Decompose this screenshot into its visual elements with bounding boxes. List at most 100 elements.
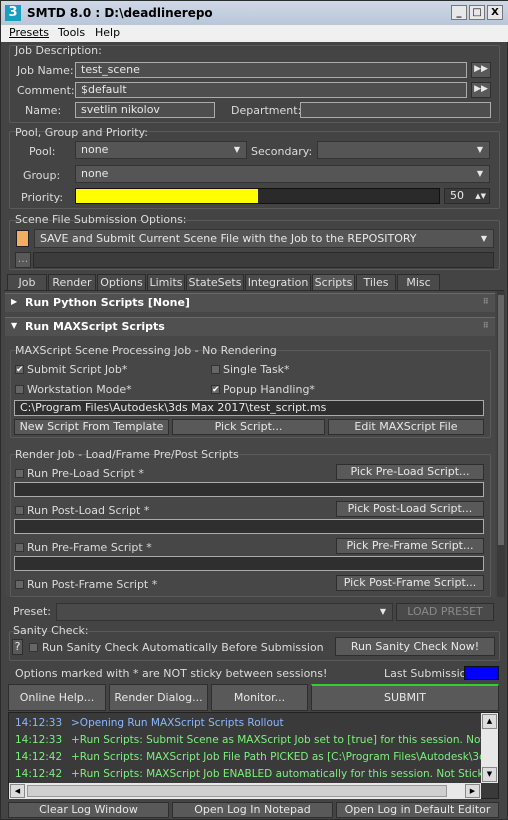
scroll-up-icon[interactable]: ▲ [482, 714, 497, 729]
scene-file-options-label: Scene File Submission Options: [15, 213, 187, 226]
auto-sanity-checkbox[interactable] [29, 643, 38, 652]
scene-submission-dropdown[interactable]: SAVE and Submit Current Scene File with … [34, 229, 494, 248]
open-log-editor-button[interactable]: Open Log in Default Editor [336, 802, 499, 818]
log-timestamp: 14:12:33 [15, 717, 63, 729]
python-scripts-rollout-header[interactable]: ▶ Run Python Scripts [None] ⠿ [5, 293, 495, 312]
pool-label: Pool: [29, 145, 56, 158]
comment-options-button[interactable]: ▶▶ [471, 82, 491, 98]
tab-misc[interactable]: Misc [397, 274, 440, 291]
pool-value: none [81, 143, 109, 156]
popup-handling-label: Popup Handling* [223, 383, 315, 396]
tab-statesets[interactable]: StateSets [186, 274, 244, 291]
single-task-checkbox[interactable] [211, 365, 220, 374]
pick-pre-frame-button[interactable]: Pick Pre-Frame Script... [336, 538, 484, 554]
load-preset-button[interactable]: LOAD PRESET [396, 603, 494, 621]
priority-spinner[interactable]: 50 ▲▼ [444, 188, 490, 204]
render-dialog-button[interactable]: Render Dialog... [109, 684, 208, 711]
scroll-down-icon[interactable]: ▼ [482, 767, 497, 782]
scroll-right-icon[interactable]: ▶ [465, 784, 480, 798]
maxscript-rollout-title: Run MAXScript Scripts [25, 320, 165, 333]
tab-options[interactable]: Options [97, 274, 146, 291]
submit-button[interactable]: SUBMIT [311, 684, 499, 711]
user-name-input[interactable]: svetlin nikolov [75, 102, 215, 118]
tab-render[interactable]: Render [48, 274, 96, 291]
log-line: 14:12:33 +Run Scripts: Submit Scene as MA… [15, 732, 481, 749]
log-horizontal-scrollbar[interactable]: ◀ ▶ [9, 783, 481, 799]
maximize-button[interactable]: □ [469, 5, 485, 20]
comment-input[interactable]: $default [75, 82, 467, 98]
menu-bar: Presets Tools Help [1, 25, 508, 42]
menu-presets[interactable]: Presets [9, 26, 49, 39]
tab-scripts[interactable]: Scripts [312, 274, 355, 291]
monitor-button[interactable]: Monitor... [211, 684, 308, 711]
sticky-note-text: Options marked with * are NOT sticky bet… [15, 667, 328, 680]
group-dropdown[interactable]: none ▼ [75, 165, 490, 183]
chevron-down-icon: ▼ [480, 234, 487, 243]
title-bar[interactable]: 3 SMTD 8.0 : D:\deadlinerepo _ □ X [1, 1, 508, 25]
user-name-label: Name: [25, 104, 62, 117]
job-name-input[interactable]: test_scene [75, 62, 467, 78]
tab-job[interactable]: Job [7, 274, 47, 291]
chevron-down-icon: ▼ [379, 607, 386, 616]
menu-help[interactable]: Help [95, 26, 120, 39]
clear-log-button[interactable]: Clear Log Window [8, 802, 169, 818]
post-frame-checkbox[interactable] [15, 580, 24, 589]
log-hscroll-thumb[interactable] [27, 785, 447, 797]
preset-dropdown[interactable]: ▼ [56, 603, 393, 621]
workstation-mode-checkbox[interactable] [15, 385, 24, 394]
maxscript-path-field[interactable]: C:\Program Files\Autodesk\3ds Max 2017\t… [14, 400, 484, 416]
online-help-button[interactable]: Online Help... [8, 684, 106, 711]
scroll-left-icon[interactable]: ◀ [10, 784, 25, 798]
log-message: +Run Scripts: MAXScript Job ENABLED auto… [71, 768, 481, 780]
post-load-checkbox[interactable] [15, 506, 24, 515]
log-message: +Run Scripts: MAXScript Job File Path PI… [71, 751, 481, 763]
maxscript-rollout-header[interactable]: ▼ Run MAXScript Scripts ⠿ [5, 317, 495, 336]
pick-post-frame-button[interactable]: Pick Post-Frame Script... [336, 575, 484, 591]
job-name-options-button[interactable]: ▶▶ [471, 62, 491, 78]
pre-frame-label: Run Pre-Frame Script * [27, 541, 152, 554]
department-input[interactable] [300, 102, 491, 118]
log-timestamp: 14:12:42 [15, 768, 63, 780]
sanity-help-button[interactable]: ? [12, 639, 23, 655]
scene-path-field[interactable] [33, 252, 494, 268]
popup-handling-checkbox[interactable]: ✔ [211, 385, 220, 395]
browse-scene-button[interactable]: ... [15, 252, 31, 268]
tab-integration[interactable]: Integration [245, 274, 311, 291]
last-submission-indicator [464, 666, 499, 680]
menu-tools[interactable]: Tools [58, 26, 85, 39]
panel-scrollbar[interactable] [497, 291, 505, 597]
pick-script-button[interactable]: Pick Script... [172, 419, 325, 435]
auto-sanity-label: Run Sanity Check Automatically Before Su… [42, 641, 324, 654]
pre-frame-path-field[interactable] [14, 556, 484, 571]
pre-load-path-field[interactable] [14, 482, 484, 497]
panel-scrollbar-thumb[interactable] [498, 295, 504, 545]
log-lines: 14:12:33 >Opening Run MAXScript Scripts R… [15, 715, 481, 783]
open-log-notepad-button[interactable]: Open Log In Notepad [172, 802, 333, 818]
secondary-pool-dropdown[interactable]: ▼ [317, 141, 490, 159]
python-rollout-title: Run Python Scripts [None] [25, 296, 190, 309]
minimize-button[interactable]: _ [451, 5, 467, 20]
pool-dropdown[interactable]: none ▼ [75, 141, 247, 159]
window-title: SMTD 8.0 : D:\deadlinerepo [27, 6, 213, 20]
edit-maxscript-file-button[interactable]: Edit MAXScript File [328, 419, 484, 435]
log-message: +Run Scripts: Submit Scene as MAXScript … [71, 734, 481, 746]
log-timestamp: 14:12:33 [15, 734, 63, 746]
sanity-check-label: Sanity Check: [13, 624, 89, 637]
chevron-down-icon: ▼ [476, 169, 483, 178]
run-sanity-check-button[interactable]: Run Sanity Check Now! [335, 637, 495, 656]
post-load-path-field[interactable] [14, 519, 484, 534]
pick-post-load-button[interactable]: Pick Post-Load Script... [336, 501, 484, 517]
new-script-from-template-button[interactable]: New Script From Template [14, 419, 169, 435]
scene-submission-value: SAVE and Submit Current Scene File with … [40, 232, 417, 245]
close-button[interactable]: X [487, 5, 503, 20]
log-vertical-scrollbar[interactable]: ▲ ▼ [481, 713, 498, 783]
priority-label: Priority: [21, 191, 64, 204]
pre-frame-checkbox[interactable] [15, 543, 24, 552]
priority-slider[interactable] [75, 188, 440, 204]
pick-pre-load-button[interactable]: Pick Pre-Load Script... [336, 464, 484, 480]
tab-tiles[interactable]: Tiles [356, 274, 396, 291]
pre-load-checkbox[interactable] [15, 469, 24, 478]
submit-script-job-checkbox[interactable]: ✔ [15, 365, 24, 375]
app-3dsmax-icon: 3 [5, 5, 21, 21]
tab-limits[interactable]: Limits [147, 274, 185, 291]
